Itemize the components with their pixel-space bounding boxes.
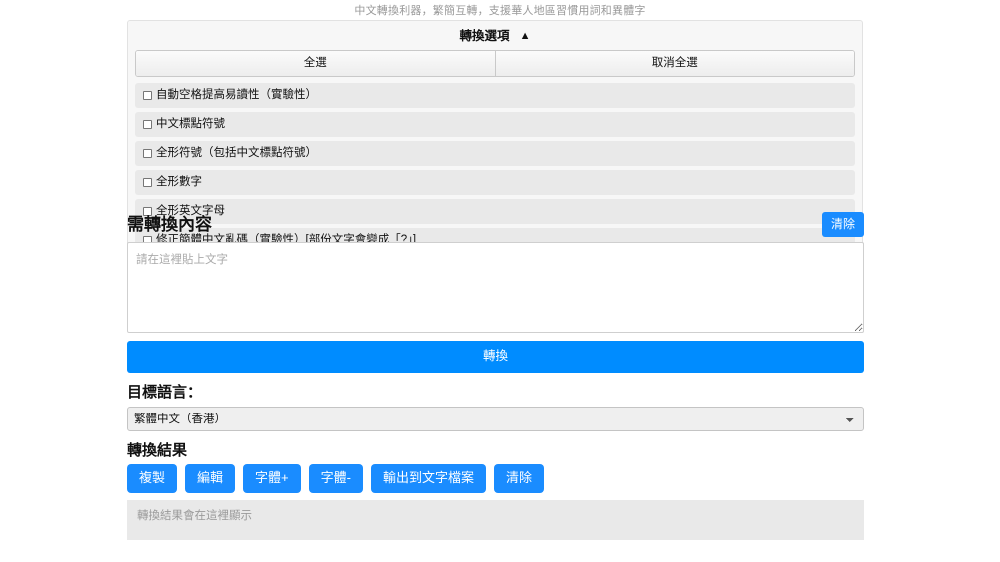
clear-input-button[interactable]: 清除 [821,212,864,237]
option-label-fullwidth-digits: 全形數字 [156,176,202,188]
option-row-fullwidth-symbols[interactable]: 全形符號（包括中文標點符號） [135,141,855,166]
result-action-buttons: 複製 編輯 字體+ 字體- 輸出到文字檔案 清除 [127,464,547,493]
input-section-title: 需轉換內容 [127,214,212,234]
checkbox-auto-space[interactable] [143,90,152,100]
checkbox-fullwidth-digits[interactable] [143,177,152,187]
target-language-select[interactable]: 繁體中文（香港） [127,407,864,431]
select-all-button[interactable]: 全選 [136,51,495,76]
checkbox-chinese-punctuation[interactable] [143,119,152,129]
font-decrease-button[interactable]: 字體- [308,464,363,493]
result-section-title: 轉換結果 [127,442,188,459]
checkbox-fullwidth-symbols[interactable] [143,148,152,158]
option-label-chinese-punctuation: 中文標點符號 [156,118,225,130]
option-label-fullwidth-symbols: 全形符號（包括中文標點符號） [156,147,317,159]
main-content: 需轉換內容 清除 轉換 目標語言： 繁體中文（香港） 轉換結果 複製 編輯 字體… [127,212,864,540]
source-text-input[interactable] [127,242,864,333]
font-increase-button[interactable]: 字體+ [243,464,301,493]
option-label-auto-space: 自動空格提高易讀性（實驗性） [156,89,317,101]
option-row-fullwidth-digits[interactable]: 全形數字 [135,170,855,195]
input-section-header: 需轉換內容 清除 [127,212,864,237]
edit-button[interactable]: 編輯 [185,464,236,493]
select-all-button-group: 全選 取消全選 [135,50,855,77]
options-panel-header[interactable]: 轉換選項 ▲ [128,21,862,50]
app-page: 中文轉換利器，繁簡互轉，支援華人地區習慣用詞和異體字 轉換選項 ▲ 全選 取消全選… [0,0,1000,562]
option-row-auto-space[interactable]: 自動空格提高易讀性（實驗性） [135,83,855,108]
collapse-up-triangle-icon[interactable]: ▲ [520,29,531,43]
target-language-label: 目標語言： [127,384,203,401]
deselect-all-button[interactable]: 取消全選 [494,51,854,76]
options-panel-title: 轉換選項 [459,29,510,43]
copy-button[interactable]: 複製 [127,464,178,493]
export-to-text-file-button[interactable]: 輸出到文字檔案 [370,464,486,493]
site-subtitle: 中文轉換利器，繁簡互轉，支援華人地區習慣用詞和異體字 [354,5,646,17]
result-output-area[interactable]: 轉換結果會在這裡顯示 [127,500,864,540]
option-row-chinese-punctuation[interactable]: 中文標點符號 [135,112,855,137]
convert-button[interactable]: 轉換 [127,341,864,373]
clear-result-button[interactable]: 清除 [493,464,544,493]
